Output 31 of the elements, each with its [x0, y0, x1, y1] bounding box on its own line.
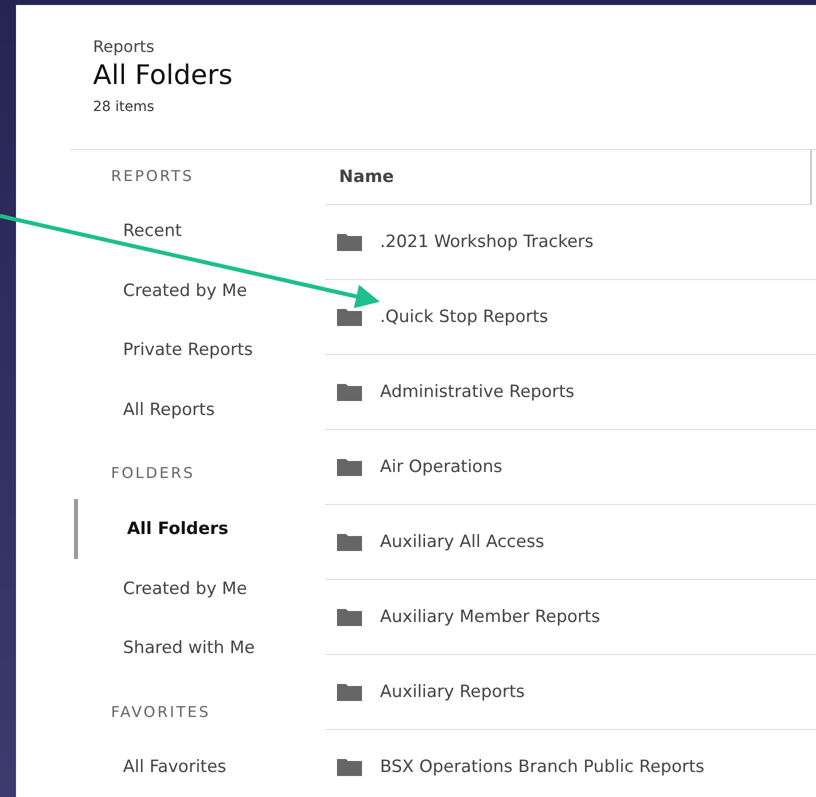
folder-link[interactable]: .2021 Workshop Trackers [380, 232, 594, 252]
folder-icon [337, 233, 362, 251]
folder-icon [337, 608, 362, 626]
section-heading: FOLDERS [110, 463, 196, 484]
folder-link[interactable]: BSX Operations Branch Public Reports [380, 757, 704, 777]
folder-link[interactable]: Auxiliary Member Reports [380, 607, 600, 627]
sidebar-item[interactable]: Recent [70, 202, 325, 262]
folder-link[interactable]: Auxiliary Reports [380, 682, 525, 702]
folder-link[interactable]: Air Operations [380, 457, 502, 477]
folder-icon [337, 683, 362, 701]
sidebar-item[interactable]: All Favorites [70, 737, 325, 797]
folder-link[interactable]: Administrative Reports [380, 382, 574, 402]
folder-icon [337, 458, 362, 476]
section-heading: FAVORITES [110, 702, 212, 723]
sidebar-item[interactable]: Created by Me [70, 261, 325, 321]
breadcrumb-link[interactable]: Reports [93, 37, 154, 56]
folder-link[interactable]: Auxiliary All Access [380, 532, 544, 552]
section-heading: REPORTS [110, 166, 195, 187]
sidebar-item[interactable]: All Folders [74, 499, 325, 559]
folder-icon [337, 308, 362, 326]
item-count: 28 items [93, 99, 154, 115]
column-header[interactable]: Name [325, 150, 812, 205]
page-title: All Folders [93, 60, 233, 91]
sidebar-item[interactable]: Created by Me [70, 558, 325, 618]
folder-icon [337, 758, 362, 776]
folder-icon [337, 533, 362, 551]
folder-link[interactable]: .Quick Stop Reports [380, 307, 548, 327]
sidebar-item[interactable]: Private Reports [70, 320, 325, 380]
sidebar-item[interactable]: Shared with Me [70, 618, 325, 678]
folder-icon [337, 383, 362, 401]
sidebar-item[interactable]: All Reports [70, 380, 325, 440]
